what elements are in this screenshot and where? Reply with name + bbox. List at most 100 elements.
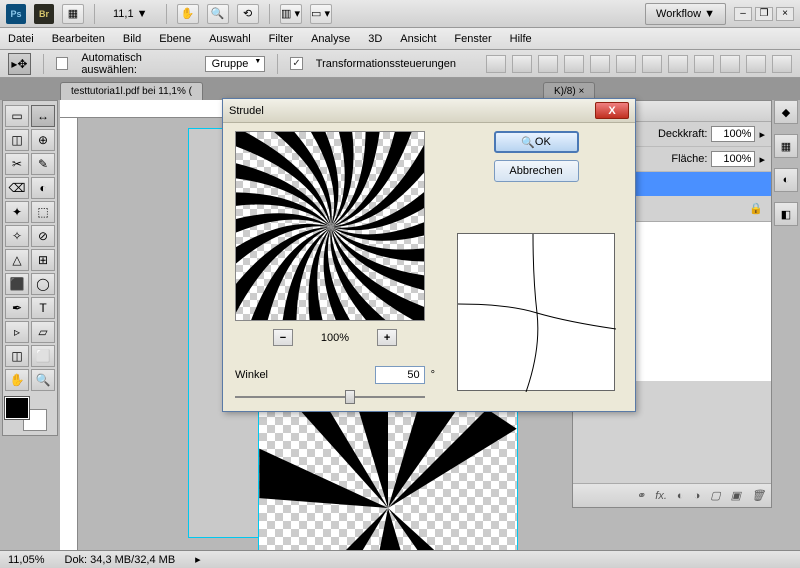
tool-button[interactable]: ◫ xyxy=(5,129,29,151)
tool-button[interactable]: ▱ xyxy=(31,321,55,343)
adjustment-icon[interactable]: ◑ xyxy=(694,490,701,502)
preview-zoom-label: 100% xyxy=(321,332,349,344)
menu-hilfe[interactable]: Hilfe xyxy=(510,33,532,45)
menu-filter[interactable]: Filter xyxy=(269,33,293,45)
document-tab-active[interactable]: testtutoria1l.pdf bei 11,1% ( xyxy=(60,82,203,100)
foreground-color-swatch[interactable] xyxy=(5,397,29,419)
menu-bearbeiten[interactable]: Bearbeiten xyxy=(52,33,105,45)
link-icon[interactable]: ⚭ xyxy=(636,489,645,502)
tool-button[interactable]: ✎ xyxy=(31,153,55,175)
menu-analyse[interactable]: Analyse xyxy=(311,33,350,45)
status-zoom[interactable]: 11,05% xyxy=(8,554,45,566)
rotate-view-shortcut[interactable]: ⟲ xyxy=(237,4,259,24)
menu-bild[interactable]: Bild xyxy=(123,33,141,45)
screen-mode-button[interactable]: ▦ xyxy=(62,4,84,24)
minimize-button[interactable]: – xyxy=(734,7,752,21)
align-icon[interactable] xyxy=(616,55,636,73)
color-swatches[interactable] xyxy=(5,397,47,431)
tool-button[interactable]: △ xyxy=(5,249,29,271)
filter-preview[interactable] xyxy=(235,131,425,321)
close-app-button[interactable]: × xyxy=(776,7,794,21)
collapsed-panel-icon[interactable]: ◧ xyxy=(774,202,798,226)
distribute-icon[interactable] xyxy=(720,55,740,73)
menu-datei[interactable]: Datei xyxy=(8,33,34,45)
zoom-tool-shortcut[interactable]: 🔍 xyxy=(207,4,229,24)
curve-preview xyxy=(457,233,615,391)
status-docsize[interactable]: Dok: 34,3 MB/32,4 MB xyxy=(65,554,176,566)
collapsed-panel-icon[interactable]: ◐ xyxy=(774,168,798,192)
collapsed-panel-icon[interactable]: ◆ xyxy=(774,100,798,124)
active-tool-icon[interactable]: ▸✥ xyxy=(8,53,31,75)
tool-button[interactable]: ✒ xyxy=(5,297,29,319)
opacity-flyout-icon[interactable]: ▸ xyxy=(759,128,765,141)
mask-icon[interactable]: ◐ xyxy=(677,490,684,502)
zoom-out-button[interactable]: − xyxy=(273,329,293,346)
tool-button[interactable]: ▹ xyxy=(5,321,29,343)
arrange-docs-button[interactable]: ▥ ▾ xyxy=(280,4,302,24)
tool-button[interactable]: ↔ xyxy=(31,105,55,127)
layer-content[interactable] xyxy=(258,408,518,550)
auto-select-label: Automatisch auswählen: xyxy=(81,52,194,76)
bridge-icon[interactable]: Br xyxy=(34,4,54,24)
align-icon[interactable] xyxy=(590,55,610,73)
cancel-button[interactable]: Abbrechen xyxy=(494,160,579,182)
fill-input[interactable]: 100% xyxy=(711,151,755,167)
winkel-slider[interactable] xyxy=(235,388,425,406)
fx-button[interactable]: fx. xyxy=(655,490,667,502)
workspace-switcher[interactable]: Workflow ▼ xyxy=(645,3,726,25)
photoshop-icon: Ps xyxy=(6,4,26,24)
tool-button[interactable]: ◐ xyxy=(31,177,55,199)
tool-button[interactable]: ▭ xyxy=(5,105,29,127)
tool-button[interactable]: ⬜ xyxy=(31,345,55,367)
dialog-close-button[interactable]: X xyxy=(595,102,629,119)
fill-flyout-icon[interactable]: ▸ xyxy=(759,153,765,166)
tool-button[interactable]: ◯ xyxy=(31,273,55,295)
zoom-display[interactable]: 11,1 ▼ xyxy=(105,6,156,22)
restore-button[interactable]: ❐ xyxy=(755,7,773,21)
screen-modes-button[interactable]: ▭ ▾ xyxy=(310,4,332,24)
lock-icon: 🔒 xyxy=(749,202,763,215)
hand-tool-shortcut[interactable]: ✋ xyxy=(177,4,199,24)
transform-controls-checkbox[interactable] xyxy=(290,57,302,70)
auto-select-checkbox[interactable] xyxy=(56,57,68,70)
toolbox: ▭↔◫⊕✂✎⌫◐✦⬚✧⊘△⊞⬛◯✒T▹▱◫⬜✋🔍 xyxy=(2,100,58,436)
winkel-input[interactable] xyxy=(375,366,425,384)
collapsed-panel-icon[interactable]: ▦ xyxy=(774,134,798,158)
distribute-icon[interactable] xyxy=(642,55,662,73)
tool-button[interactable]: ⊞ xyxy=(31,249,55,271)
menu-fenster[interactable]: Fenster xyxy=(454,33,491,45)
tool-button[interactable]: ✧ xyxy=(5,225,29,247)
align-icon[interactable] xyxy=(538,55,558,73)
align-icon[interactable] xyxy=(564,55,584,73)
align-icon[interactable] xyxy=(486,55,506,73)
folder-icon[interactable]: ▢ xyxy=(710,489,720,502)
auto-select-dropdown[interactable]: Gruppe xyxy=(205,56,266,72)
tool-button[interactable]: ⌫ xyxy=(5,177,29,199)
tool-button[interactable]: T xyxy=(31,297,55,319)
tool-button[interactable]: ⬚ xyxy=(31,201,55,223)
opacity-input[interactable]: 100% xyxy=(711,126,755,142)
tool-button[interactable]: 🔍 xyxy=(31,369,55,391)
zoom-in-button[interactable]: + xyxy=(377,329,397,346)
dialog-titlebar[interactable]: Strudel X xyxy=(223,99,635,123)
tool-button[interactable]: ✦ xyxy=(5,201,29,223)
slider-thumb[interactable] xyxy=(345,390,355,404)
menu-ansicht[interactable]: Ansicht xyxy=(400,33,436,45)
menu-auswahl[interactable]: Auswahl xyxy=(209,33,251,45)
tool-button[interactable]: ✂ xyxy=(5,153,29,175)
tool-button[interactable]: ⊕ xyxy=(31,129,55,151)
trash-icon[interactable]: 🗑 xyxy=(751,489,765,502)
menu-3d[interactable]: 3D xyxy=(368,33,382,45)
tool-button[interactable]: ⬛ xyxy=(5,273,29,295)
align-icon[interactable] xyxy=(512,55,532,73)
distribute-icon[interactable] xyxy=(694,55,714,73)
ok-button[interactable]: 🔍 OK xyxy=(494,131,579,153)
menu-ebene[interactable]: Ebene xyxy=(159,33,191,45)
tool-button[interactable]: ✋ xyxy=(5,369,29,391)
tool-button[interactable]: ⊘ xyxy=(31,225,55,247)
tool-button[interactable]: ◫ xyxy=(5,345,29,367)
new-layer-icon[interactable]: ▣ xyxy=(731,489,741,502)
distribute-icon[interactable] xyxy=(772,55,792,73)
distribute-icon[interactable] xyxy=(746,55,766,73)
distribute-icon[interactable] xyxy=(668,55,688,73)
